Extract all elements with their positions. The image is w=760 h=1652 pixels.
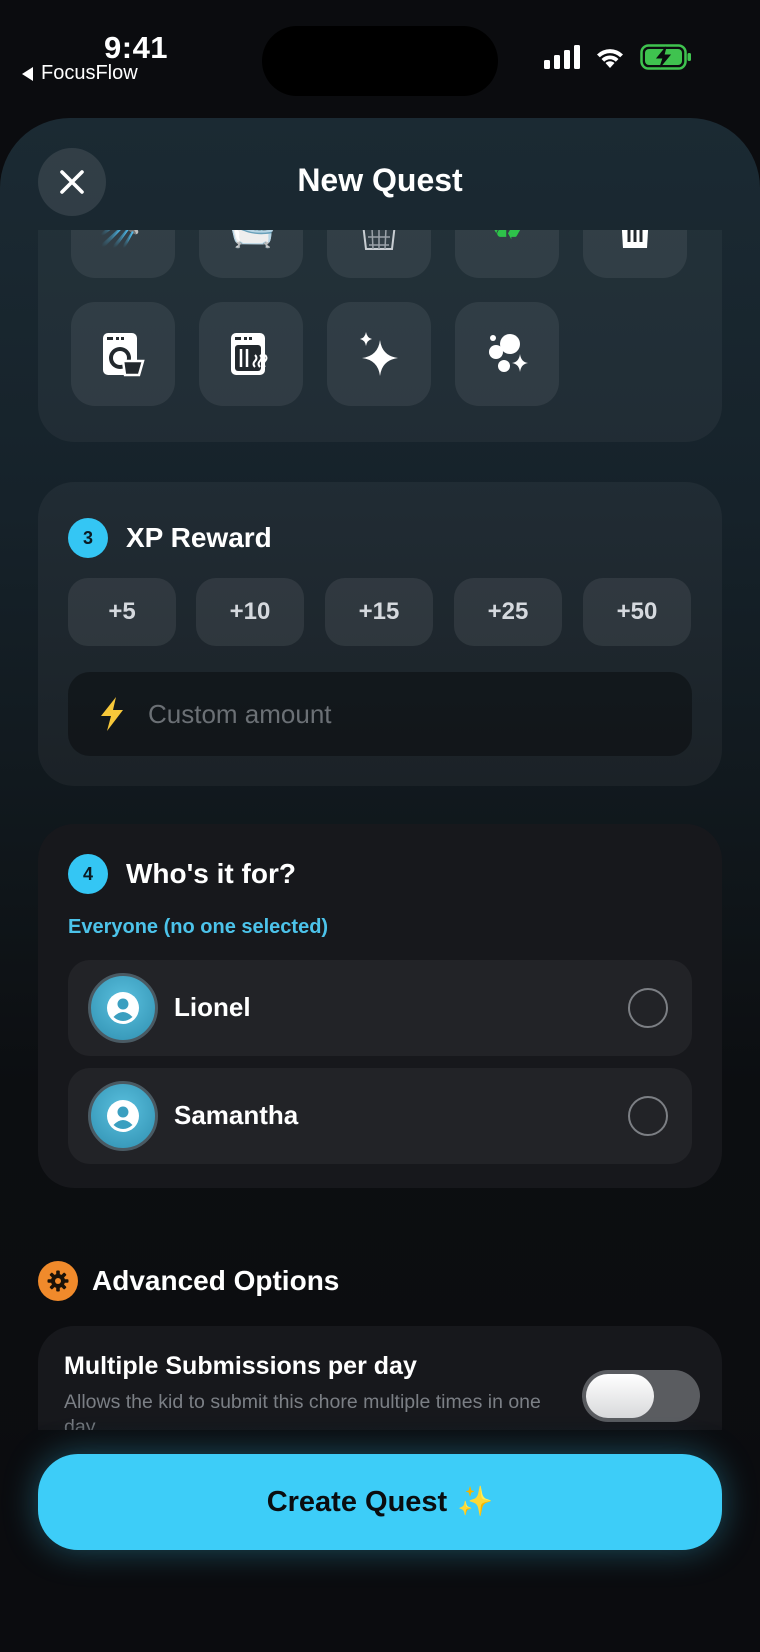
person-row-lionel[interactable]: Lionel (68, 960, 692, 1056)
select-radio[interactable] (628, 1096, 668, 1136)
wastebasket-icon (362, 230, 396, 250)
dynamic-island (262, 26, 498, 96)
icon-option-trash[interactable] (583, 230, 687, 278)
trash-can-icon (621, 230, 649, 248)
xp-reward-card: 3 XP Reward +5 +10 +15 +25 +50 (38, 482, 722, 786)
icon-option-bathtub[interactable]: 🛁 (199, 230, 303, 278)
back-app-label: FocusFlow (41, 62, 138, 84)
avatar (88, 1081, 158, 1151)
icon-option-sparkles[interactable] (327, 302, 431, 406)
sheet-title: New Quest (297, 162, 463, 198)
shower-icon: 🚿 (98, 230, 148, 250)
xp-option-5[interactable]: +5 (68, 578, 176, 646)
multiple-submissions-toggle[interactable] (582, 1370, 700, 1422)
icon-option-shower[interactable]: 🚿 (71, 230, 175, 278)
xp-option-50[interactable]: +50 (583, 578, 691, 646)
person-name: Lionel (174, 992, 251, 1022)
bathtub-icon: 🛁 (226, 230, 276, 250)
step-badge-3: 3 (68, 518, 108, 558)
custom-amount-input[interactable] (148, 698, 628, 730)
icon-option-recycle[interactable]: ♻ (455, 230, 559, 278)
custom-amount-field[interactable] (68, 672, 692, 756)
assignee-card: 4 Who's it for? Everyone (no one selecte… (38, 824, 722, 1188)
avatar (88, 973, 158, 1043)
person-name: Samantha (174, 1100, 299, 1130)
create-quest-label: Create Quest (266, 1485, 448, 1518)
step-badge-4: 4 (68, 854, 108, 894)
battery-charging-icon (640, 44, 691, 70)
user-icon (107, 1100, 139, 1132)
back-triangle-icon (22, 66, 33, 81)
dishwasher-icon (231, 333, 268, 375)
xp-option-15[interactable]: +15 (325, 578, 433, 646)
gear-icon (38, 1261, 78, 1301)
washing-machine-icon (103, 333, 145, 377)
xp-option-25[interactable]: +25 (454, 578, 562, 646)
sparkles-emoji-icon: ✨ (457, 1486, 494, 1518)
form-scroll-area[interactable]: 🚿 🛁 ♻ (0, 230, 760, 1430)
assignee-subtitle: Everyone (no one selected) (68, 916, 329, 938)
icon-option-bubbles[interactable] (455, 302, 559, 406)
cellular-signal-icon (544, 45, 580, 69)
toggle-knob (586, 1374, 654, 1418)
person-row-samantha[interactable]: Samantha (68, 1068, 692, 1164)
sparkles-icon (360, 332, 398, 376)
bubbles-icon (489, 334, 528, 372)
advanced-options-header[interactable]: Advanced Options (38, 1261, 339, 1301)
user-icon (107, 992, 139, 1024)
icon-option-dishwasher[interactable] (199, 302, 303, 406)
status-time: 9:41 (104, 30, 169, 65)
recycle-icon: ♻ (489, 230, 525, 249)
back-to-app-link[interactable]: FocusFlow (22, 62, 138, 85)
xp-reward-title: XP Reward (126, 522, 272, 553)
assignee-title: Who's it for? (126, 858, 296, 889)
multiple-submissions-card: Multiple Submissions per day Allows the … (38, 1326, 722, 1430)
status-bar: 9:41 FocusFlow (0, 0, 760, 110)
status-icons (544, 44, 692, 70)
icon-option-washing-machine[interactable] (71, 302, 175, 406)
multiple-submissions-title: Multiple Submissions per day (64, 1352, 417, 1380)
icon-picker-card: 🚿 🛁 ♻ (38, 230, 722, 442)
wifi-icon (597, 49, 623, 68)
xp-option-10[interactable]: +10 (196, 578, 304, 646)
icon-option-wastebasket[interactable] (327, 230, 431, 278)
lightning-bolt-icon (98, 696, 128, 732)
sheet-header: New Quest (0, 118, 760, 230)
advanced-options-title: Advanced Options (92, 1265, 340, 1296)
select-radio[interactable] (628, 988, 668, 1028)
create-quest-button[interactable]: Create Quest ✨ (38, 1454, 722, 1550)
screen: 9:41 FocusFlow 3 XP Reward +5 +10 +15 +2… (0, 0, 760, 1652)
